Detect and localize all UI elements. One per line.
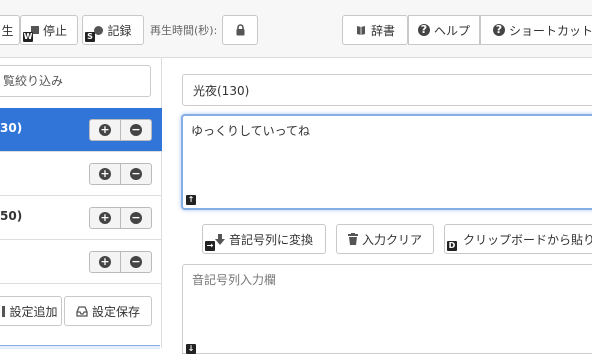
preset-sidebar: 30) + − + − 50) + − + − 設定追加 [0,58,162,349]
clipboard-shortcut-badge: D [447,241,457,251]
stop-button[interactable]: 停止 W [20,15,78,45]
add-setting-button[interactable]: 設定追加 [0,296,62,326]
record-label: 記録 [107,23,132,38]
save-setting-label: 設定保存 [91,304,140,319]
play-button[interactable]: 生 [0,15,20,45]
plus-icon: + [99,123,111,136]
playtime-lock-button[interactable] [222,15,258,45]
book-icon [356,26,365,35]
lock-icon [236,24,244,36]
save-setting-button[interactable]: 設定保存 [64,296,152,326]
filter-input[interactable] [0,65,151,97]
top-toolbar: 生 停止 W 記録 S 再生時間(秒): 辞書 ? ヘルプ ? ショートカット [0,0,592,58]
preset-plus-button[interactable]: + [90,208,120,228]
add-setting-label: 設定追加 [9,304,58,319]
question-icon: ? [417,24,430,36]
plus-icon: + [99,255,111,268]
preset-label: 30) [0,121,23,135]
record-icon [94,25,104,35]
preset-adjust-group: + − [89,119,152,141]
convert-shortcut-badge: → [205,241,215,251]
sidebar-bottom-highlight [0,345,160,349]
minus-icon: − [130,123,142,136]
kana-input-placeholder: 音記号列入力欄 [192,273,277,287]
preset-plus-button[interactable]: + [90,164,120,184]
character-value: 光夜(130) [193,84,250,98]
text-shortcut-badge: ↑ [186,195,196,205]
record-button[interactable]: 記録 S [82,15,144,45]
preset-list-item[interactable]: 30) + − [0,108,162,152]
dictionary-label: 辞書 [370,23,395,38]
minus-icon: − [130,211,142,224]
minus-icon: − [130,255,142,268]
preset-minus-button[interactable]: − [120,252,151,272]
convert-label: 音記号列に変換 [228,232,313,247]
plus-icon: + [99,167,111,180]
document-icon [2,305,6,317]
help-button[interactable]: ? ヘルプ [408,15,480,45]
text-input-area[interactable]: ゆっくりしていってね ↑ [181,114,592,210]
minus-icon: − [130,167,142,180]
arrow-down-icon [214,233,225,245]
paste-clipboard-button[interactable]: クリップボードから貼り付け D [444,224,592,254]
preset-adjust-group: + − [89,163,152,185]
play-label: 生 [1,23,14,38]
shortcut-button[interactable]: ? ショートカット [480,15,592,45]
preset-adjust-group: + − [89,251,152,273]
kana-shortcut-badge: ↓ [186,344,196,354]
question-icon: ? [493,24,505,36]
tray-icon [76,305,88,317]
kana-input-area[interactable]: 音記号列入力欄 ↓ [182,264,592,354]
preset-plus-button[interactable]: + [90,120,120,140]
clear-input-button[interactable]: 入力クリア [336,224,434,254]
preset-list-item[interactable]: 50) + − [0,196,162,240]
paste-clipboard-label: クリップボードから貼り付け [463,232,592,247]
record-shortcut-badge: S [85,32,95,42]
preset-plus-button[interactable]: + [90,252,120,272]
preset-label: 50) [0,209,23,223]
playtime-label: 再生時間(秒): [150,24,218,37]
stop-shortcut-badge: W [23,32,33,42]
text-input-value: ゆっくりしていってね [191,124,311,138]
dictionary-button[interactable]: 辞書 [342,15,408,45]
preset-minus-button[interactable]: − [120,120,151,140]
preset-minus-button[interactable]: − [120,164,151,184]
shortcut-label: ショートカット [509,23,592,38]
clear-input-label: 入力クリア [361,232,422,247]
character-select[interactable]: 光夜(130) [182,74,592,106]
preset-minus-button[interactable]: − [120,208,151,228]
preset-adjust-group: + − [89,207,152,229]
stop-label: 停止 [42,23,67,38]
plus-icon: + [99,211,111,224]
help-label: ヘルプ [433,23,470,38]
convert-button[interactable]: 音記号列に変換 → [202,224,326,254]
preset-list-item[interactable]: + − [0,240,162,284]
preset-list-item[interactable]: + − [0,152,162,196]
trash-icon [347,233,358,245]
